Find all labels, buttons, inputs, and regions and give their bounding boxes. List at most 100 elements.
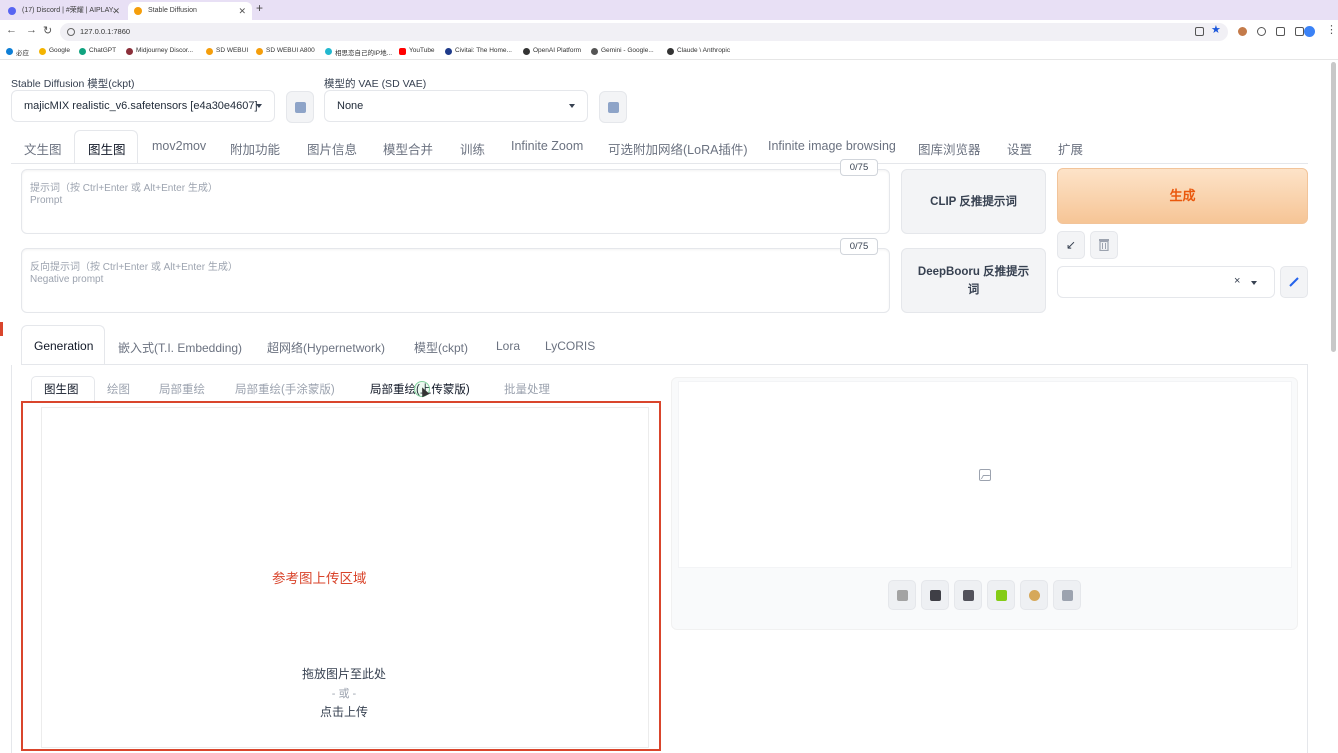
- close-tab-icon[interactable]: ✕: [112, 2, 120, 20]
- bookmark-item[interactable]: Claude \ Anthropic: [667, 47, 730, 55]
- tab-hypernetwork[interactable]: 超网络(Hypernetwork): [267, 339, 385, 356]
- refresh-icon: [608, 102, 619, 113]
- tab-settings[interactable]: 设置: [1007, 139, 1032, 158]
- address-bar[interactable]: 127.0.0.1:7860: [60, 23, 1228, 41]
- browser-toolbar: ← → ↻ 127.0.0.1:7860 ★ ⋮: [0, 20, 1338, 44]
- picture-icon: [996, 590, 1007, 601]
- send-to-img2img-button[interactable]: [987, 580, 1015, 610]
- browser-tab-title: (17) Discord | #荣耀 | AIPLAY...: [22, 7, 119, 14]
- chevron-down-icon: [569, 104, 575, 108]
- output-gallery[interactable]: [678, 381, 1292, 568]
- or-divider-text: - 或 -: [331, 688, 357, 700]
- bookmark-item[interactable]: Midjourney Discor...: [126, 47, 193, 55]
- click-upload-text[interactable]: 点击上传: [284, 703, 404, 720]
- mode-tab-inpaint-sketch[interactable]: 局部重绘(手涂蒙版): [235, 381, 335, 397]
- bookmark-item[interactable]: 必应: [6, 47, 29, 57]
- negative-prompt-placeholder: 反向提示词（按 Ctrl+Enter 或 Alt+Enter 生成）: [30, 262, 238, 273]
- open-folder-button[interactable]: [888, 580, 916, 610]
- triangle-ruler-icon: [1062, 590, 1073, 601]
- generate-button[interactable]: 生成: [1057, 168, 1308, 224]
- profile-avatar[interactable]: [1304, 26, 1315, 37]
- tab-generation[interactable]: Generation: [34, 339, 93, 353]
- bookmark-item[interactable]: Gemini - Google...: [591, 47, 654, 55]
- browser-tab-strip: (17) Discord | #荣耀 | AIPLAY... ✕ Stable …: [0, 0, 1338, 20]
- paste-params-button[interactable]: ↙: [1057, 231, 1085, 259]
- tab-mov2mov[interactable]: mov2mov: [152, 139, 206, 153]
- stable-diffusion-icon: [134, 7, 142, 15]
- mode-tab-inpaint[interactable]: 局部重绘: [159, 381, 205, 397]
- forward-icon[interactable]: →: [26, 24, 37, 36]
- mode-tab-batch[interactable]: 批量处理: [504, 381, 550, 397]
- refresh-ckpt-button[interactable]: [286, 91, 314, 123]
- new-tab-button[interactable]: +: [256, 1, 263, 15]
- tab-image-browser[interactable]: 图库浏览器: [918, 139, 981, 158]
- tab-txt2img[interactable]: 文生图: [24, 139, 62, 158]
- negative-prompt-input[interactable]: 反向提示词（按 Ctrl+Enter 或 Alt+Enter 生成） Negat…: [21, 248, 890, 313]
- tab-extras[interactable]: 附加功能: [230, 139, 280, 158]
- refresh-vae-button[interactable]: [599, 91, 627, 123]
- clear-prompt-button[interactable]: [1090, 231, 1118, 259]
- vae-value: None: [337, 100, 364, 112]
- extensions-puzzle-icon[interactable]: [1276, 27, 1285, 36]
- tab-checkpoint-merger[interactable]: 模型合并: [383, 139, 433, 158]
- clip-interrogate-button[interactable]: CLIP 反推提示词: [901, 169, 1046, 234]
- clear-selection-icon[interactable]: ×: [1234, 275, 1240, 287]
- tab-lora[interactable]: Lora: [496, 339, 520, 353]
- tab-img2img[interactable]: 图生图: [88, 139, 126, 158]
- bookmark-item[interactable]: Civitai: The Home...: [445, 47, 512, 55]
- send-to-extras-button[interactable]: [1053, 580, 1081, 610]
- tab-textual-inversion[interactable]: 嵌入式(T.I. Embedding): [118, 339, 242, 356]
- back-icon[interactable]: ←: [6, 24, 17, 36]
- bookmark-item[interactable]: SD WEBUI A800: [256, 47, 315, 55]
- prompt-placeholder: 提示词（按 Ctrl+Enter 或 Alt+Enter 生成）: [30, 183, 218, 194]
- drop-image-text: 拖放图片至此处: [301, 667, 386, 681]
- vae-dropdown[interactable]: None: [324, 90, 588, 122]
- deepbooru-interrogate-button[interactable]: DeepBooru 反推提示词: [901, 248, 1046, 313]
- mode-tab-sketch[interactable]: 绘图: [107, 381, 130, 397]
- reload-icon[interactable]: ↻: [43, 24, 52, 37]
- sub-tab-divider: [21, 364, 1308, 365]
- prompt-token-counter: 0/75: [840, 159, 878, 176]
- bookmark-item[interactable]: ChatGPT: [79, 47, 116, 55]
- address-text: 127.0.0.1:7860: [80, 27, 131, 36]
- tab-infinite-image-browsing[interactable]: Infinite image browsing: [768, 139, 896, 153]
- extension-icon[interactable]: [1238, 27, 1247, 36]
- styles-dropdown[interactable]: ×: [1057, 266, 1275, 298]
- tab-lycoris[interactable]: LyCORIS: [545, 339, 595, 353]
- history-icon[interactable]: [1257, 27, 1266, 36]
- page-scrollbar[interactable]: [1331, 62, 1336, 352]
- tab-png-info[interactable]: 图片信息: [307, 139, 357, 158]
- tab-additional-networks[interactable]: 可选附加网络(LoRA插件): [608, 139, 748, 158]
- menu-icon[interactable]: ⋮: [1326, 23, 1337, 36]
- save-button[interactable]: [921, 580, 949, 610]
- bookmark-item[interactable]: OpenAI Platform: [523, 47, 581, 55]
- floppy-disk-icon: [930, 590, 941, 601]
- prompt-placeholder-en: Prompt: [30, 195, 63, 206]
- bookmark-item[interactable]: 相思恋自己的IP地...: [325, 47, 392, 57]
- bookmark-item[interactable]: YouTube: [399, 47, 435, 55]
- refresh-icon: [295, 102, 306, 113]
- site-info-icon[interactable]: [67, 28, 75, 36]
- trash-icon: [1099, 239, 1109, 252]
- zip-button[interactable]: [954, 580, 982, 610]
- sidebar-icon[interactable]: [1295, 27, 1304, 36]
- bookmark-item[interactable]: Google: [39, 47, 70, 55]
- tab-extensions[interactable]: 扩展: [1058, 139, 1083, 158]
- translate-icon[interactable]: [1195, 27, 1204, 36]
- bookmark-star-icon[interactable]: ★: [1211, 23, 1221, 36]
- tab-checkpoints[interactable]: 模型(ckpt): [414, 339, 468, 356]
- bookmark-item[interactable]: SD WEBUI: [206, 47, 248, 55]
- browser-tab-discord[interactable]: (17) Discord | #荣耀 | AIPLAY... ✕: [2, 2, 126, 20]
- tab-infinite-zoom[interactable]: Infinite Zoom: [511, 139, 583, 153]
- mode-tab-img2img[interactable]: 图生图: [44, 381, 79, 397]
- close-tab-icon[interactable]: ✕: [238, 2, 246, 20]
- ckpt-dropdown[interactable]: majicMIX realistic_v6.safetensors [e4a30…: [11, 90, 275, 122]
- chevron-down-icon: [1251, 281, 1257, 285]
- folder-icon: [897, 590, 908, 601]
- prompt-input[interactable]: 提示词（按 Ctrl+Enter 或 Alt+Enter 生成） Prompt: [21, 169, 890, 234]
- edit-styles-button[interactable]: [1280, 266, 1308, 298]
- send-to-inpaint-button[interactable]: [1020, 580, 1048, 610]
- browser-tab-stable-diffusion[interactable]: Stable Diffusion ✕: [128, 2, 252, 20]
- tab-train[interactable]: 训练: [460, 139, 485, 158]
- discord-icon: [8, 7, 16, 15]
